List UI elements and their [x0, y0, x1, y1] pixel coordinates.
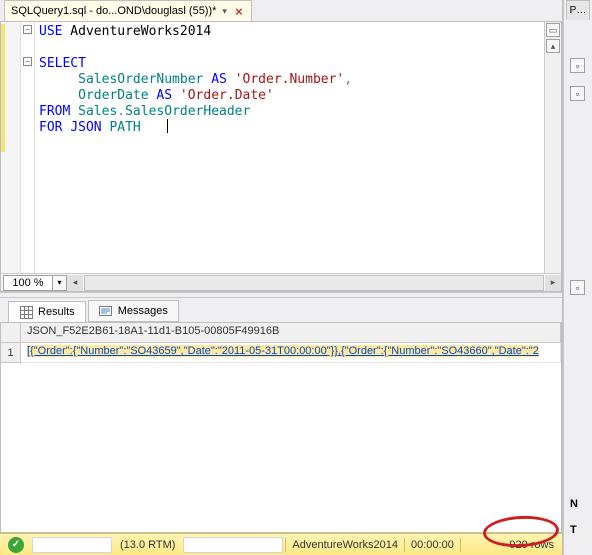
zoom-level[interactable]: 100 %: [3, 275, 53, 291]
status-version: (13.0 RTM): [114, 534, 181, 555]
outline-bar: − −: [21, 22, 35, 273]
chevron-down-icon[interactable]: ▾: [53, 275, 67, 291]
chevron-down-icon[interactable]: ▾: [222, 6, 227, 17]
change-marker: [1, 24, 5, 152]
row-number[interactable]: 1: [1, 343, 21, 363]
row-header-corner[interactable]: [1, 323, 21, 343]
status-login: [183, 537, 283, 553]
side-panel-tab[interactable]: P…: [566, 0, 590, 20]
fold-toggle-icon[interactable]: −: [23, 57, 32, 66]
tab-results[interactable]: Results: [8, 301, 86, 323]
editor-footer: 100 % ▾ ◂ ▸: [1, 273, 561, 291]
expand-icon[interactable]: ▫: [570, 86, 585, 101]
scroll-left-icon[interactable]: ◂: [67, 275, 83, 291]
column-header[interactable]: JSON_F52E2B61-18A1-11d1-B105-00805F49916…: [21, 323, 561, 343]
collapse-icon[interactable]: ▫: [570, 58, 585, 73]
document-tab-bar: SQLQuery1.sql - do...OND\douglasl (55))*…: [0, 0, 562, 22]
divider: [460, 538, 461, 552]
check-icon: ✓: [8, 537, 24, 553]
tab-label: Results: [38, 306, 75, 318]
document-tab-title: SQLQuery1.sql - do...OND\douglasl (55))*: [11, 5, 216, 17]
result-cell[interactable]: [{"Order":{"Number":"SO43659","Date":"20…: [21, 343, 561, 363]
status-elapsed: 00:00:00: [405, 534, 460, 555]
table-row: 1 [{"Order":{"Number":"SO43659","Date":"…: [1, 343, 561, 363]
status-bar: ✓ (13.0 RTM) AdventureWorks2014 00:00:00…: [0, 533, 562, 555]
editor-gutter: [1, 22, 21, 273]
tab-messages[interactable]: Messages: [88, 300, 179, 322]
tab-label: Messages: [118, 305, 168, 317]
results-grid: JSON_F52E2B61-18A1-11d1-B105-00805F49916…: [0, 322, 562, 533]
vertical-scrollbar[interactable]: ▭ ▴: [544, 22, 561, 273]
json-result-link[interactable]: [{"Order":{"Number":"SO43659","Date":"20…: [27, 345, 539, 357]
horizontal-scrollbar[interactable]: [84, 275, 544, 291]
messages-icon: [99, 304, 113, 318]
fold-toggle-icon[interactable]: −: [23, 25, 32, 34]
status-server: [32, 537, 112, 553]
status-database: AdventureWorks2014: [286, 534, 404, 555]
grid-icon: [19, 305, 33, 319]
close-icon[interactable]: ×: [233, 5, 245, 17]
scroll-up-icon[interactable]: ▴: [546, 39, 560, 53]
status-rowcount: 929 rows: [503, 534, 560, 555]
code-text-area[interactable]: USE AdventureWorks2014 SELECT SalesOrder…: [35, 22, 544, 273]
panel-letter: N: [570, 498, 578, 510]
grid-empty-area: [1, 363, 561, 532]
panel-letter: T: [570, 524, 577, 536]
document-tab[interactable]: SQLQuery1.sql - do...OND\douglasl (55))*…: [4, 0, 252, 21]
sql-editor: − − USE AdventureWorks2014 SELECT SalesO…: [0, 22, 562, 292]
split-view-icon[interactable]: ▭: [546, 23, 560, 37]
scroll-right-icon[interactable]: ▸: [545, 275, 561, 291]
results-tab-bar: Results Messages: [0, 298, 562, 322]
text-caret: [167, 119, 168, 133]
side-panel-collapsed: P… ▫ ▫ ▫ N T: [563, 0, 592, 555]
panel-icon[interactable]: ▫: [570, 280, 585, 295]
